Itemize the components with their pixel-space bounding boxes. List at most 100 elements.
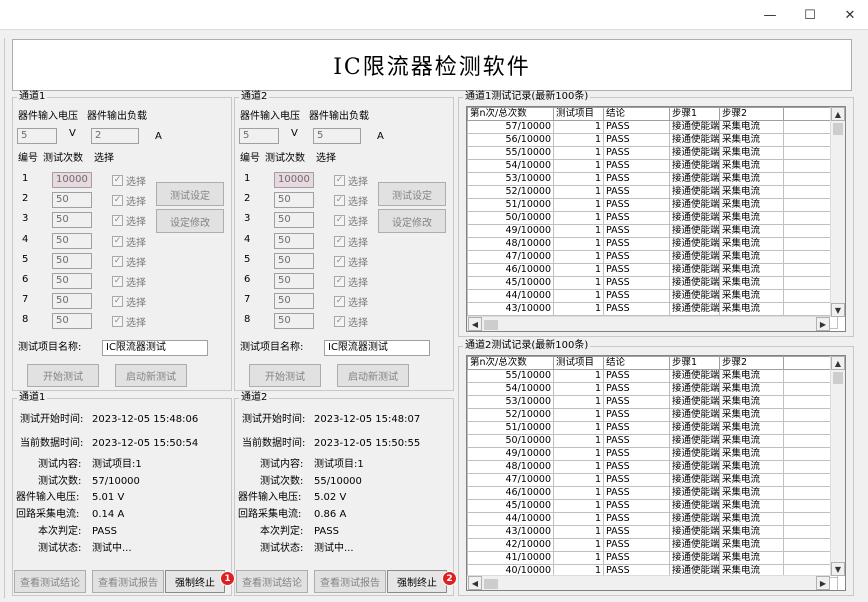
log1-header-3[interactable]: 步骤1: [669, 107, 720, 121]
channel2-select-checkbox-6[interactable]: ✓ 选择: [334, 274, 368, 289]
log2-vertical-thumb[interactable]: [833, 372, 843, 384]
table-row[interactable]: 50/10000 1 PASS 接通使能端 采集电流: [467, 211, 838, 225]
log2-scroll-down-icon[interactable]: ▼: [831, 562, 845, 576]
log2-header-3[interactable]: 步骤1: [669, 356, 720, 370]
channel2-view-report-button[interactable]: 查看测试报告: [314, 570, 386, 593]
table-row[interactable]: 51/10000 1 PASS 接通使能端 采集电流: [467, 198, 838, 212]
channel1-voltage-input[interactable]: 5: [17, 128, 57, 144]
table-row[interactable]: 49/10000 1 PASS 接通使能端 采集电流: [467, 224, 838, 238]
channel1-select-checkbox-2[interactable]: ✓ 选择: [112, 193, 146, 208]
channel1-count-input-1[interactable]: 10000: [52, 172, 92, 188]
channel1-force-stop-button[interactable]: 强制终止: [165, 570, 225, 593]
channel1-count-input-8[interactable]: 50: [52, 313, 92, 330]
minimize-button[interactable]: —: [750, 0, 790, 30]
log1-vertical-thumb[interactable]: [833, 123, 843, 135]
channel1-count-input-4[interactable]: 50: [52, 232, 92, 249]
log1-scroll-up-icon[interactable]: ▲: [831, 107, 845, 121]
log2-header-1[interactable]: 测试项目: [553, 356, 604, 370]
table-row[interactable]: 54/10000 1 PASS 接通使能端 采集电流: [467, 159, 838, 173]
table-row[interactable]: 47/10000 1 PASS 接通使能端 采集电流: [467, 473, 838, 487]
table-row[interactable]: 46/10000 1 PASS 接通使能端 采集电流: [467, 486, 838, 500]
channel2-select-checkbox-8[interactable]: ✓ 选择: [334, 314, 368, 329]
channel2-count-input-7[interactable]: 50: [274, 293, 314, 310]
channel2-start-test-button[interactable]: 开始测试: [249, 364, 321, 387]
channel1-select-checkbox-4[interactable]: ✓ 选择: [112, 234, 146, 249]
log2-horizontal-thumb[interactable]: [484, 579, 498, 589]
table-row[interactable]: 57/10000 1 PASS 接通使能端 采集电流: [467, 120, 838, 134]
channel1-count-input-5[interactable]: 50: [52, 252, 92, 269]
channel2-voltage-input[interactable]: 5: [239, 128, 279, 144]
channel1-start-test-button[interactable]: 开始测试: [27, 364, 99, 387]
channel2-select-checkbox-2[interactable]: ✓ 选择: [334, 193, 368, 208]
table-row[interactable]: 48/10000 1 PASS 接通使能端 采集电流: [467, 460, 838, 474]
channel2-modify-setup-button[interactable]: 设定修改: [378, 209, 446, 233]
table-row[interactable]: 42/100001PASS接通使能端采集电流: [467, 538, 838, 552]
log2-header-2[interactable]: 结论: [603, 356, 670, 370]
log1-horizontal-thumb[interactable]: [484, 320, 498, 330]
log2-header-4[interactable]: 步骤2: [719, 356, 784, 370]
log1-header-1[interactable]: 测试项目: [553, 107, 604, 121]
log1-scroll-right-icon[interactable]: ▶: [816, 317, 830, 331]
channel1-modify-setup-button[interactable]: 设定修改: [156, 209, 224, 233]
channel1-view-report-button[interactable]: 查看测试报告: [92, 570, 164, 593]
log1-scroll-left-icon[interactable]: ◀: [468, 317, 482, 331]
log1-header-0[interactable]: 第n次/总次数: [467, 107, 554, 121]
log2-vertical-scrollbar[interactable]: [830, 356, 845, 576]
log2-horizontal-scrollbar[interactable]: [467, 575, 830, 590]
table-row[interactable]: 48/10000 1 PASS 接通使能端 采集电流: [467, 237, 838, 251]
table-row[interactable]: 53/10000 1 PASS 接通使能端 采集电流: [467, 172, 838, 186]
log1-vertical-scrollbar[interactable]: [830, 107, 845, 317]
table-row[interactable]: 44/10000 1 PASS 接通使能端 采集电流: [467, 512, 838, 526]
channel1-new-test-button[interactable]: 启动新测试: [115, 364, 187, 387]
close-button[interactable]: ✕: [830, 0, 868, 30]
table-row[interactable]: 46/10000 1 PASS 接通使能端 采集电流: [467, 263, 838, 277]
log2-header-0[interactable]: 第n次/总次数: [467, 356, 554, 370]
table-row[interactable]: 50/10000 1 PASS 接通使能端 采集电流: [467, 434, 838, 448]
channel2-count-input-6[interactable]: 50: [274, 273, 314, 289]
channel2-select-checkbox-3[interactable]: ✓ 选择: [334, 213, 368, 228]
table-row[interactable]: 56/10000 1 PASS 接通使能端 采集电流: [467, 133, 838, 147]
channel2-count-input-3[interactable]: 50: [274, 212, 314, 229]
channel1-select-checkbox-3[interactable]: ✓ 选择: [112, 213, 146, 228]
table-row[interactable]: 53/10000 1 PASS 接通使能端 采集电流: [467, 395, 838, 409]
channel2-test-setup-button[interactable]: 测试设定: [378, 182, 446, 206]
channel1-view-result-button[interactable]: 查看测试结论: [14, 570, 86, 593]
channel1-select-checkbox-8[interactable]: ✓ 选择: [112, 314, 146, 329]
table-row[interactable]: 51/10000 1 PASS 接通使能端 采集电流: [467, 421, 838, 435]
channel2-count-input-5[interactable]: 50: [274, 252, 314, 269]
channel2-force-stop-button[interactable]: 强制终止: [387, 570, 447, 593]
table-row[interactable]: 47/10000 1 PASS 接通使能端 采集电流: [467, 250, 838, 264]
channel2-load-input[interactable]: 5: [313, 128, 361, 144]
table-row[interactable]: 49/10000 1 PASS 接通使能端 采集电流: [467, 447, 838, 461]
channel1-count-input-7[interactable]: 50: [52, 293, 92, 310]
table-row[interactable]: 52/10000 1 PASS 接通使能端 采集电流: [467, 408, 838, 422]
channel2-test-name-input[interactable]: IC限流器测试: [324, 340, 430, 356]
channel2-new-test-button[interactable]: 启动新测试: [337, 364, 409, 387]
log1-horizontal-scrollbar[interactable]: [467, 316, 830, 331]
log2-scroll-up-icon[interactable]: ▲: [831, 356, 845, 370]
maximize-button[interactable]: ☐: [790, 0, 830, 30]
table-row[interactable]: 55/10000 1 PASS 接通使能端 采集电流: [467, 146, 838, 160]
channel1-count-input-6[interactable]: 50: [52, 273, 92, 289]
table-row[interactable]: 54/10000 1 PASS 接通使能端 采集电流: [467, 382, 838, 396]
table-row[interactable]: 55/10000 1 PASS 接通使能端 采集电流: [467, 369, 838, 383]
table-row[interactable]: 45/10000 1 PASS 接通使能端 采集电流: [467, 276, 838, 290]
channel2-count-input-2[interactable]: 50: [274, 192, 314, 209]
channel2-select-checkbox-1[interactable]: ✓ 选择: [334, 173, 368, 188]
channel1-load-input[interactable]: 2: [91, 128, 139, 144]
channel1-test-setup-button[interactable]: 测试设定: [156, 182, 224, 206]
log1-header-4[interactable]: 步骤2: [719, 107, 784, 121]
channel1-select-checkbox-5[interactable]: ✓ 选择: [112, 254, 146, 269]
channel2-count-input-1[interactable]: 10000: [274, 172, 314, 188]
channel2-count-input-8[interactable]: 50: [274, 313, 314, 330]
log2-scroll-right-icon[interactable]: ▶: [816, 576, 830, 590]
table-row[interactable]: 45/10000 1 PASS 接通使能端 采集电流: [467, 499, 838, 513]
channel2-select-checkbox-5[interactable]: ✓ 选择: [334, 254, 368, 269]
channel1-select-checkbox-1[interactable]: ✓ 选择: [112, 173, 146, 188]
log1-scroll-down-icon[interactable]: ▼: [831, 303, 845, 317]
table-row[interactable]: 41/10000 1 PASS 接通使能端 采集电流: [467, 551, 838, 565]
log1-header-2[interactable]: 结论: [603, 107, 670, 121]
channel1-count-input-2[interactable]: 50: [52, 192, 92, 209]
table-row[interactable]: 52/10000 1 PASS 接通使能端 采集电流: [467, 185, 838, 199]
channel1-test-name-input[interactable]: IC限流器测试: [102, 340, 208, 356]
